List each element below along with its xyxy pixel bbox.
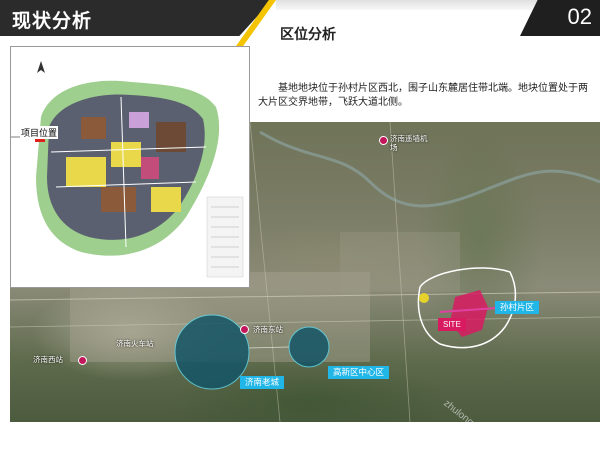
hightech-circle: [288, 326, 330, 368]
zone-residential: [66, 157, 106, 187]
label-jinan-station: 济南火车站: [116, 339, 154, 348]
header-strip: [276, 0, 538, 10]
watermark-logo: 筑龙: [570, 427, 592, 439]
river-line: [259, 130, 600, 208]
poi-jinan-west: [78, 356, 87, 365]
label-hightech: 高新区中心区: [328, 366, 390, 379]
inset-plan-map: 项目位置: [10, 46, 250, 288]
urban-area-east: [340, 232, 460, 292]
plan-drawing: [11, 61, 244, 278]
label-jinan-west: 济南西站: [33, 355, 63, 364]
north-arrow-icon: [37, 61, 45, 73]
label-suncun: 孙村片区: [495, 301, 540, 314]
zone-public: [141, 157, 159, 179]
section-title: 区位分析: [280, 26, 336, 42]
zone-education: [129, 112, 149, 128]
project-location-label: 项目位置: [20, 126, 59, 139]
zone-residential: [111, 142, 141, 167]
label-site: SITE: [438, 318, 466, 331]
label-airport: 济南遥墙机场: [390, 134, 428, 152]
page-title: 现状分析: [12, 11, 93, 32]
label-jinan-east: 济南东站: [253, 325, 283, 334]
description-text: 基地地块位于孙村片区西北，围子山东麓居住带北端。地块位置处于两大片区交界地带，飞…: [258, 83, 588, 108]
zone-commercial: [81, 117, 106, 139]
zone-commercial: [101, 187, 136, 212]
page-number: 02: [567, 4, 592, 29]
label-old-city: 济南老城: [240, 376, 285, 389]
poi-jinan-east: [240, 325, 249, 334]
plan-legend: [206, 196, 244, 278]
poi-airport: [379, 136, 388, 145]
old-city-circle: [174, 314, 250, 390]
zone-residential: [151, 187, 181, 212]
marker-icon: [419, 293, 429, 303]
